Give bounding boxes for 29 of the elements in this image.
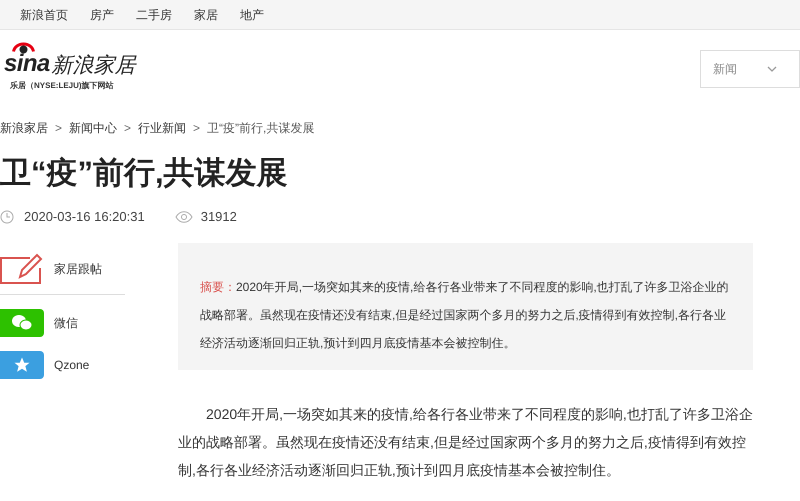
share-link[interactable]: 家居跟帖 [54,260,102,278]
breadcrumb-link[interactable]: 行业新闻 [138,119,186,137]
breadcrumb-separator: > [193,120,200,137]
eye-icon [174,211,193,223]
nav-link[interactable]: 二手房 [136,6,172,24]
breadcrumb-separator: > [124,120,132,137]
logo-tagline: 乐居（NYSE:LEJU)旗下网站 [9,80,115,92]
view-count: 31912 [200,208,237,226]
eye-logo-icon [12,42,35,54]
logo-wordmark: sina [4,52,50,76]
channel-select[interactable]: 新闻 [700,50,800,88]
publish-time: 2020-03-16 16:20:31 [24,208,145,226]
clock-icon [0,210,14,224]
share-link[interactable]: Qzone [54,356,90,374]
nav-link[interactable]: 房产 [90,6,114,24]
nav-link[interactable]: 家居 [194,6,218,24]
logo-title: 新浪家居 [52,55,136,76]
summary-text: 摘要：2020年开局,一场突如其来的疫情,给各行各业带来了不同程度的影响,也打乱了许多卫浴企业的战略部署。虽然现在疫情还没有结束,但是经过国家两个多月的努力之后,疫情得到有效控制,各行各业经济活动逐渐回归正轨,预计到四月底疫情基本会被控制住。 [200,279,730,352]
article-paragraph: 2020年开局,一场突如其来的疫情,给各行各业带来了不同程度的影响,也打乱了许多卫浴企业的战略部署。虽然现在疫情还没有结束,但是经过国家两个多月的努力之后,疫情得到有效控制,各行各业经济活动逐渐回归正轨,预计到四月底疫情基本会被控制住。 [178,405,753,480]
share-link[interactable]: 微信 [54,314,78,332]
breadcrumb-link[interactable]: 新闻中心 [69,119,118,137]
breadcrumb-link[interactable]: 新浪家居 [0,119,48,137]
article-title: 卫“疫”前行,共谋发展 [0,154,289,192]
pencil-icon [0,252,44,286]
breadcrumb-link[interactable]: 卫“疫”前行,共谋发展 [207,119,314,137]
nav-link[interactable]: 新浪首页 [20,6,68,24]
breadcrumb-separator: > [55,120,62,137]
chevron-down-icon [767,66,777,72]
nav-link[interactable]: 地产 [240,6,264,24]
